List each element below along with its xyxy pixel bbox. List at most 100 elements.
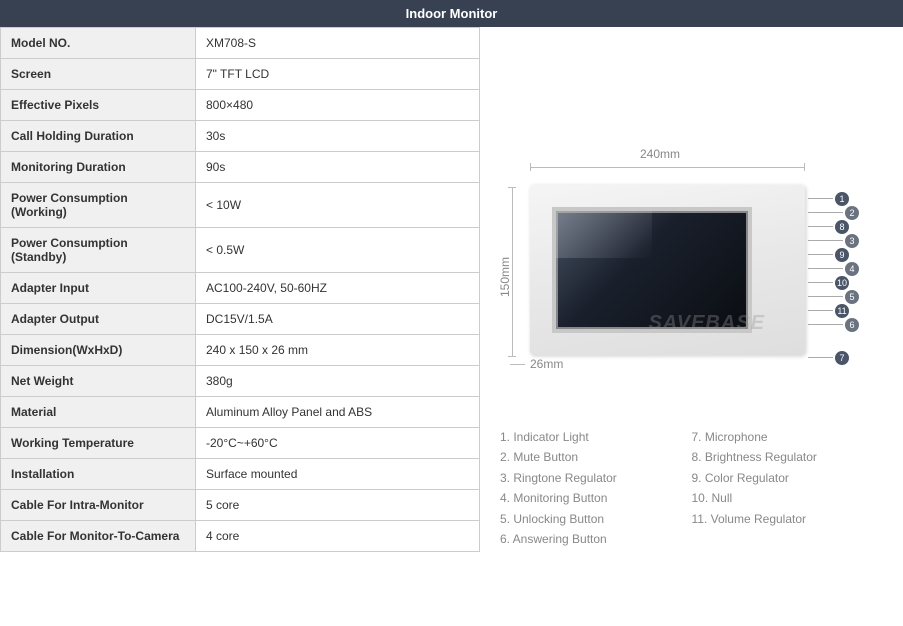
table-row: Adapter OutputDC15V/1.5A: [1, 304, 480, 335]
watermark-text: SAVEBASE: [648, 312, 765, 335]
page-title: Indoor Monitor: [406, 6, 498, 21]
callout-line: [808, 240, 843, 241]
callout-lead: 6: [808, 318, 859, 331]
legend-item: 11. Volume Regulator: [692, 509, 884, 529]
device-body: SAVEBASE: [530, 185, 805, 355]
spec-label: Installation: [1, 459, 196, 490]
callout-lead: 9: [808, 248, 859, 261]
callout-bubble: 4: [845, 262, 859, 276]
spec-label: Material: [1, 397, 196, 428]
spec-label: Power Consumption (Standby): [1, 228, 196, 273]
table-row: Net Weight380g: [1, 366, 480, 397]
dimension-height: 150mm: [498, 257, 512, 297]
spec-value: -20°C~+60°C: [196, 428, 480, 459]
callout-bubble: 9: [835, 248, 849, 262]
callout-lead: 8: [808, 220, 859, 233]
callout-line: [808, 296, 843, 297]
callout-lead: 4: [808, 262, 859, 275]
table-row: Cable For Monitor-To-Camera4 core: [1, 521, 480, 552]
callout-lead: 7: [808, 351, 859, 364]
spec-label: Monitoring Duration: [1, 152, 196, 183]
spec-value: 4 core: [196, 521, 480, 552]
table-row: Effective Pixels800×480: [1, 90, 480, 121]
table-row: Cable For Intra-Monitor5 core: [1, 490, 480, 521]
spec-label: Screen: [1, 59, 196, 90]
spec-value: 30s: [196, 121, 480, 152]
spec-label: Effective Pixels: [1, 90, 196, 121]
diagram-panel: 240mm 150mm SAVEBASE 1283941051167 26mm …: [480, 27, 903, 552]
header-bar: Indoor Monitor: [0, 0, 903, 27]
spec-value: 240 x 150 x 26 mm: [196, 335, 480, 366]
callout-bubble: 10: [835, 276, 849, 290]
legend-item: 6. Answering Button: [500, 529, 692, 549]
main-content: Model NO.XM708-SScreen7" TFT LCDEffectiv…: [0, 27, 903, 552]
legend-col-left: 1. Indicator Light2. Mute Button3. Ringt…: [500, 427, 692, 549]
callout-bubble: 6: [845, 318, 859, 332]
device-diagram: 240mm 150mm SAVEBASE 1283941051167 26mm: [500, 147, 880, 407]
callout-line: [808, 198, 833, 199]
spec-label: Net Weight: [1, 366, 196, 397]
dimension-depth: 26mm: [530, 357, 563, 371]
legend-item: 10. Null: [692, 488, 884, 508]
spec-label: Working Temperature: [1, 428, 196, 459]
dimension-height-line: [512, 187, 513, 357]
callout-bubble: 11: [835, 304, 849, 318]
spec-label: Dimension(WxHxD): [1, 335, 196, 366]
spec-label: Cable For Monitor-To-Camera: [1, 521, 196, 552]
legend-item: 8. Brightness Regulator: [692, 447, 884, 467]
spec-value: Surface mounted: [196, 459, 480, 490]
spec-value: AC100-240V, 50-60HZ: [196, 273, 480, 304]
callout-line: [808, 282, 833, 283]
spec-value: 380g: [196, 366, 480, 397]
spec-value: 90s: [196, 152, 480, 183]
table-row: Model NO.XM708-S: [1, 28, 480, 59]
callout-lead: 1: [808, 192, 859, 205]
callout-bubble: 5: [845, 290, 859, 304]
legend-item: 2. Mute Button: [500, 447, 692, 467]
legend-item: 3. Ringtone Regulator: [500, 468, 692, 488]
callout-lead: 5: [808, 290, 859, 303]
spec-value: < 0.5W: [196, 228, 480, 273]
spec-value: 7" TFT LCD: [196, 59, 480, 90]
spec-label: Power Consumption (Working): [1, 183, 196, 228]
table-row: InstallationSurface mounted: [1, 459, 480, 490]
callout-bubble: 7: [835, 351, 849, 365]
legend-item: 9. Color Regulator: [692, 468, 884, 488]
callout-lead: 10: [808, 276, 859, 289]
dimension-width-line: [530, 167, 805, 168]
callout-line: [808, 254, 833, 255]
callout-bubble: 1: [835, 192, 849, 206]
callout-lead: 2: [808, 206, 859, 219]
spec-table: Model NO.XM708-SScreen7" TFT LCDEffectiv…: [0, 27, 480, 552]
callout-line: [808, 226, 833, 227]
callout-bubble: 8: [835, 220, 849, 234]
spec-value: 800×480: [196, 90, 480, 121]
spec-value: Aluminum Alloy Panel and ABS: [196, 397, 480, 428]
spec-label: Adapter Input: [1, 273, 196, 304]
callout-lead: 3: [808, 234, 859, 247]
spec-value: < 10W: [196, 183, 480, 228]
table-row: Power Consumption (Standby)< 0.5W: [1, 228, 480, 273]
table-row: Dimension(WxHxD)240 x 150 x 26 mm: [1, 335, 480, 366]
callout-line: [808, 212, 843, 213]
callout-leads: 128394105116 7: [808, 192, 859, 365]
table-row: Monitoring Duration90s: [1, 152, 480, 183]
table-row: Call Holding Duration30s: [1, 121, 480, 152]
spec-value: XM708-S: [196, 28, 480, 59]
table-row: Screen7" TFT LCD: [1, 59, 480, 90]
table-row: Adapter InputAC100-240V, 50-60HZ: [1, 273, 480, 304]
table-row: MaterialAluminum Alloy Panel and ABS: [1, 397, 480, 428]
legend: 1. Indicator Light2. Mute Button3. Ringt…: [500, 427, 883, 549]
callout-line: [808, 324, 843, 325]
spec-value: 5 core: [196, 490, 480, 521]
table-row: Working Temperature-20°C~+60°C: [1, 428, 480, 459]
callout-lead: 11: [808, 304, 859, 317]
spec-label: Adapter Output: [1, 304, 196, 335]
callout-line: [808, 310, 833, 311]
legend-item: 1. Indicator Light: [500, 427, 692, 447]
spec-label: Call Holding Duration: [1, 121, 196, 152]
spec-label: Model NO.: [1, 28, 196, 59]
legend-item: 7. Microphone: [692, 427, 884, 447]
table-row: Power Consumption (Working)< 10W: [1, 183, 480, 228]
legend-item: 5. Unlocking Button: [500, 509, 692, 529]
